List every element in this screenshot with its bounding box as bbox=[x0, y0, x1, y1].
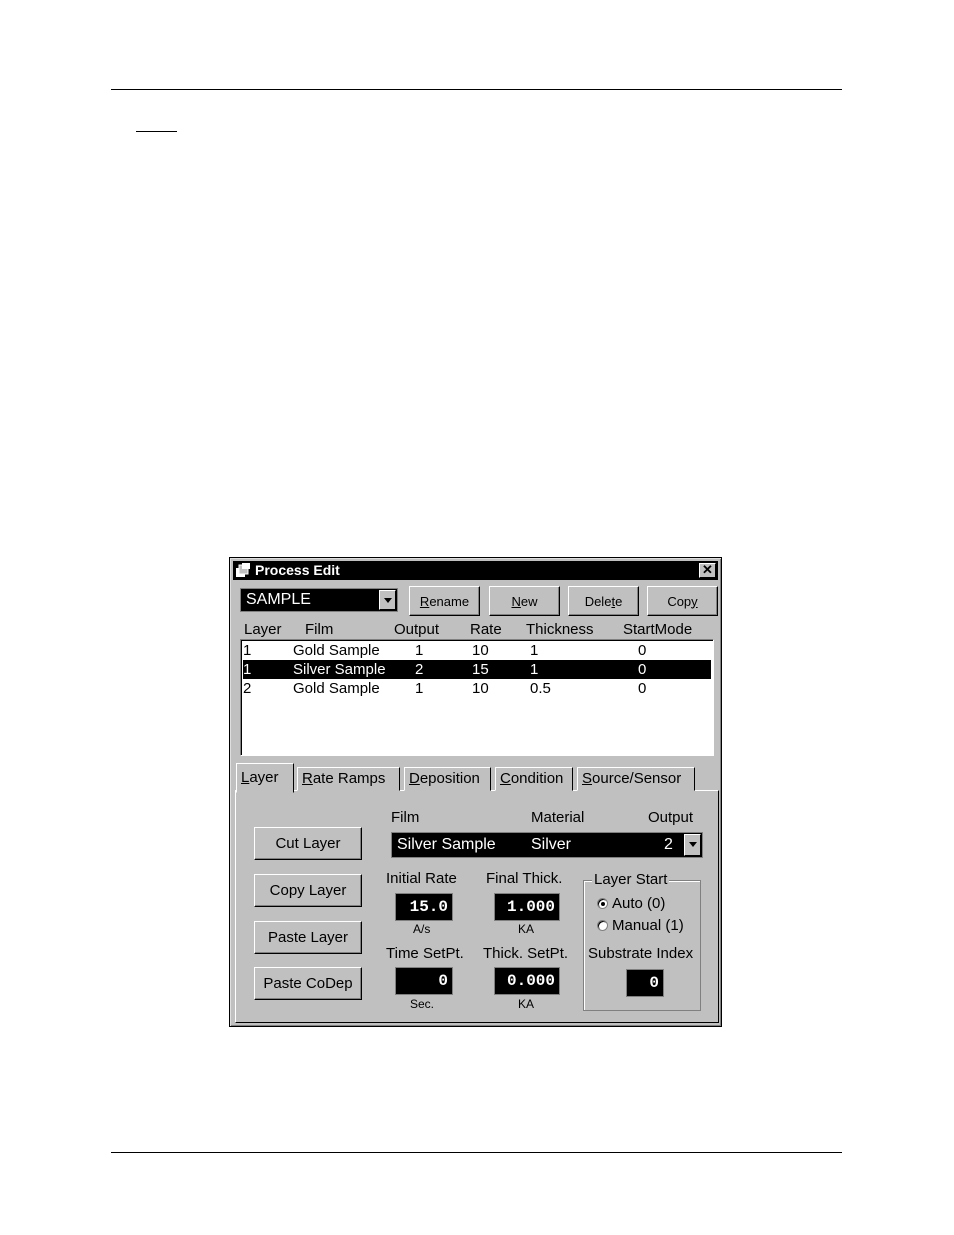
material-header: Material bbox=[531, 809, 585, 826]
paste-codep-button[interactable]: Paste CoDep bbox=[254, 967, 362, 1000]
film-select-value: Silver Sample bbox=[397, 836, 496, 853]
tab-source-sensor[interactable]: Source/Sensor bbox=[577, 767, 695, 791]
note-underline bbox=[136, 131, 177, 132]
tab-deposition[interactable]: Deposition bbox=[404, 767, 491, 791]
cut-layer-button[interactable]: Cut Layer bbox=[254, 827, 362, 860]
layer-tab-panel: Cut Layer Copy Layer Paste Layer Paste C… bbox=[235, 790, 719, 1023]
chevron-down-icon[interactable] bbox=[684, 834, 701, 856]
process-select-value: SAMPLE bbox=[246, 591, 311, 608]
substrate-index-field[interactable]: 0 bbox=[626, 969, 664, 997]
initial-rate-field[interactable]: 15.0 bbox=[395, 893, 453, 921]
copy-button[interactable]: Copy bbox=[647, 586, 718, 616]
col-header-thickness: Thickness bbox=[526, 621, 594, 638]
tab-layer[interactable]: Layer bbox=[236, 763, 294, 793]
thick-setpt-field[interactable]: 0.000 bbox=[494, 967, 560, 995]
list-item[interactable]: 1 Gold Sample 1 10 1 0 bbox=[243, 641, 711, 660]
layer-start-group: Layer Start Auto (0) Manual (1) Substrat… bbox=[583, 871, 701, 1011]
time-setpt-label: Time SetPt. bbox=[386, 945, 464, 962]
title-bar[interactable]: Process Edit ✕ bbox=[233, 561, 718, 580]
col-header-film: Film bbox=[305, 621, 334, 638]
col-header-rate: Rate bbox=[470, 621, 502, 638]
final-thick-label: Final Thick. bbox=[486, 870, 563, 887]
paste-layer-button[interactable]: Paste Layer bbox=[254, 921, 362, 954]
radio-auto[interactable]: Auto (0) bbox=[597, 895, 665, 912]
material-value: Silver bbox=[531, 836, 572, 853]
film-header: Film bbox=[391, 809, 420, 826]
delete-button[interactable]: Delete bbox=[568, 586, 639, 616]
tab-rate-ramps[interactable]: Rate Ramps bbox=[297, 767, 400, 791]
thick-setpt-unit: KA bbox=[518, 997, 535, 1011]
final-thick-unit: KA bbox=[518, 922, 535, 936]
process-app-icon bbox=[236, 563, 250, 577]
thick-setpt-label: Thick. SetPt. bbox=[483, 945, 569, 962]
col-header-output: Output bbox=[394, 621, 440, 638]
process-select[interactable]: SAMPLE bbox=[240, 588, 398, 612]
layer-list[interactable]: 1 Gold Sample 1 10 1 0 1 Silver Sample 2… bbox=[240, 639, 714, 756]
film-select[interactable]: Silver Sample Silver 2 bbox=[391, 832, 703, 858]
rename-button[interactable]: Rename bbox=[409, 586, 480, 616]
initial-rate-label: Initial Rate bbox=[386, 870, 457, 887]
time-setpt-field[interactable]: 0 bbox=[395, 967, 453, 995]
window-title: Process Edit bbox=[255, 562, 340, 578]
output-header: Output bbox=[648, 809, 694, 826]
list-item-selected[interactable]: 1 Silver Sample 2 15 1 0 bbox=[243, 660, 711, 679]
time-setpt-unit: Sec. bbox=[410, 997, 435, 1011]
copy-layer-button[interactable]: Copy Layer bbox=[254, 874, 362, 907]
radio-unselected-icon bbox=[597, 919, 608, 931]
final-thick-field[interactable]: 1.000 bbox=[494, 893, 560, 921]
chevron-down-icon[interactable] bbox=[379, 590, 396, 610]
header-rule bbox=[111, 89, 842, 90]
radio-selected-icon bbox=[597, 897, 608, 909]
output-value: 2 bbox=[664, 836, 673, 853]
tab-condition[interactable]: Condition bbox=[495, 767, 573, 791]
close-icon[interactable]: ✕ bbox=[699, 563, 716, 578]
layer-start-title: Layer Start bbox=[592, 871, 670, 888]
radio-manual[interactable]: Manual (1) bbox=[597, 917, 684, 934]
list-item[interactable]: 2 Gold Sample 1 10 0.5 0 bbox=[243, 679, 711, 698]
initial-rate-unit: A/s bbox=[413, 922, 431, 936]
col-header-layer: Layer bbox=[244, 621, 282, 638]
substrate-index-label: Substrate Index bbox=[588, 945, 694, 962]
footer-rule bbox=[111, 1152, 842, 1153]
process-edit-window: Process Edit ✕ SAMPLE Rename New Delete … bbox=[229, 557, 722, 1027]
new-button[interactable]: New bbox=[489, 586, 560, 616]
col-header-startmode: StartMode bbox=[623, 621, 693, 638]
